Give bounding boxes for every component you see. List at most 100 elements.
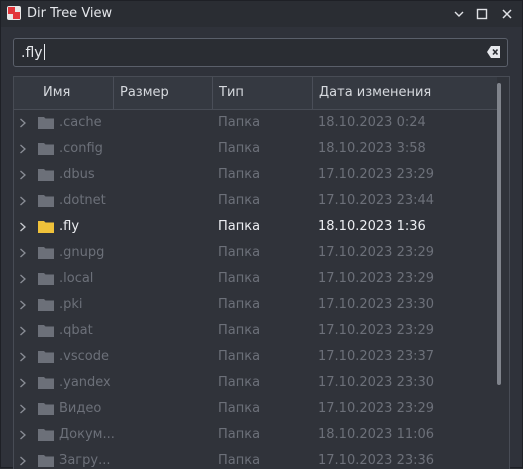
row-name: .dotnet bbox=[59, 193, 106, 208]
chevron-right-icon[interactable] bbox=[19, 170, 27, 180]
folder-icon bbox=[38, 403, 54, 415]
row-name: .gnupg bbox=[59, 245, 105, 260]
minimize-icon bbox=[454, 11, 464, 17]
search-input[interactable]: .fly bbox=[13, 38, 508, 67]
tree-row[interactable]: Докум... Папка 18.10.2023 11:06 bbox=[14, 422, 497, 448]
close-icon bbox=[502, 9, 512, 19]
chevron-right-icon[interactable] bbox=[19, 248, 27, 258]
chevron-right-icon[interactable] bbox=[19, 300, 27, 310]
folder-icon bbox=[38, 299, 54, 311]
folder-icon bbox=[38, 143, 54, 155]
chevron-right-icon[interactable] bbox=[19, 378, 27, 388]
row-name: .config bbox=[59, 141, 103, 156]
maximize-button[interactable] bbox=[472, 4, 492, 24]
row-type: Папка bbox=[218, 453, 261, 468]
column-name[interactable]: Имя bbox=[14, 77, 114, 109]
tree-row[interactable]: .gnupg Папка 17.10.2023 23:29 bbox=[14, 240, 497, 266]
row-name: .fly bbox=[59, 219, 80, 234]
column-date[interactable]: Дата изменения bbox=[313, 77, 497, 109]
row-name: .yandex bbox=[59, 375, 111, 390]
row-date: 17.10.2023 23:29 bbox=[318, 401, 435, 416]
row-date: 17.10.2023 23:44 bbox=[318, 193, 435, 208]
row-date: 17.10.2023 23:29 bbox=[318, 167, 435, 182]
tree-row[interactable]: .local Папка 17.10.2023 23:29 bbox=[14, 266, 497, 292]
row-date: 17.10.2023 23:29 bbox=[318, 271, 435, 286]
row-name: Видео bbox=[59, 401, 102, 416]
folder-icon bbox=[38, 325, 54, 337]
row-name: .cache bbox=[59, 115, 102, 130]
row-type: Папка bbox=[218, 115, 261, 130]
chevron-right-icon[interactable] bbox=[19, 430, 27, 440]
folder-icon bbox=[38, 195, 54, 207]
window-title: Dir Tree View bbox=[27, 6, 113, 21]
tree-row[interactable]: .fly Папка 18.10.2023 1:36 bbox=[14, 214, 497, 240]
tree-row[interactable]: .pki Папка 17.10.2023 23:30 bbox=[14, 292, 497, 318]
app-icon bbox=[7, 6, 21, 20]
row-type: Папка bbox=[218, 271, 261, 286]
chevron-right-icon[interactable] bbox=[19, 456, 27, 466]
folder-icon bbox=[38, 247, 54, 259]
tree-row[interactable]: .dotnet Папка 17.10.2023 23:44 bbox=[14, 188, 497, 214]
row-type: Папка bbox=[218, 427, 261, 442]
row-type: Папка bbox=[218, 323, 261, 338]
column-size[interactable]: Размер bbox=[114, 77, 213, 109]
folder-icon bbox=[38, 221, 54, 233]
folder-icon bbox=[38, 455, 54, 467]
tree-row[interactable]: Видео Папка 17.10.2023 23:29 bbox=[14, 396, 497, 422]
chevron-right-icon[interactable] bbox=[19, 274, 27, 284]
tree-row[interactable]: .qbat Папка 17.10.2023 23:29 bbox=[14, 318, 497, 344]
row-date: 17.10.2023 23:30 bbox=[318, 375, 435, 390]
tree-header: Имя Размер Тип Дата изменения bbox=[14, 77, 497, 110]
minimize-button[interactable] bbox=[449, 4, 469, 24]
row-name: .pki bbox=[59, 297, 83, 312]
row-type: Папка bbox=[218, 297, 261, 312]
folder-icon bbox=[38, 273, 54, 285]
row-name: .local bbox=[59, 271, 94, 286]
row-type: Папка bbox=[218, 375, 261, 390]
row-name: .vscode bbox=[59, 349, 109, 364]
row-type: Папка bbox=[218, 219, 261, 234]
row-type: Папка bbox=[218, 141, 261, 156]
tree-row[interactable]: Загру... Папка 17.10.2023 23:36 bbox=[14, 448, 497, 469]
folder-icon bbox=[38, 117, 54, 129]
directory-tree[interactable]: Имя Размер Тип Дата изменения .cache Папк… bbox=[13, 76, 510, 469]
dir-tree-window: Dir Tree View .fly Имя Размер Тип Дата и… bbox=[0, 0, 523, 469]
title-bar[interactable]: Dir Tree View bbox=[1, 1, 522, 27]
tree-row[interactable]: .yandex Папка 17.10.2023 23:30 bbox=[14, 370, 497, 396]
row-date: 17.10.2023 23:29 bbox=[318, 245, 435, 260]
row-type: Папка bbox=[218, 401, 261, 416]
row-date: 17.10.2023 23:37 bbox=[318, 349, 435, 364]
chevron-right-icon[interactable] bbox=[19, 352, 27, 362]
row-date: 18.10.2023 0:24 bbox=[318, 115, 426, 130]
folder-icon bbox=[38, 429, 54, 441]
column-type[interactable]: Тип bbox=[213, 77, 313, 109]
search-value: .fly bbox=[21, 44, 45, 61]
chevron-right-icon[interactable] bbox=[19, 222, 27, 232]
tree-row[interactable]: .cache Папка 18.10.2023 0:24 bbox=[14, 110, 497, 136]
folder-icon bbox=[38, 377, 54, 389]
folder-icon bbox=[38, 169, 54, 181]
row-date: 17.10.2023 23:29 bbox=[318, 323, 435, 338]
tree-row[interactable]: .vscode Папка 17.10.2023 23:37 bbox=[14, 344, 497, 370]
scrollbar-thumb[interactable] bbox=[497, 83, 501, 385]
chevron-right-icon[interactable] bbox=[19, 196, 27, 206]
clear-icon[interactable] bbox=[487, 45, 501, 59]
row-name: .qbat bbox=[59, 323, 93, 338]
chevron-right-icon[interactable] bbox=[19, 404, 27, 414]
row-date: 17.10.2023 23:36 bbox=[318, 453, 435, 468]
row-date: 18.10.2023 11:06 bbox=[318, 427, 435, 442]
tree-row[interactable]: .config Папка 18.10.2023 3:58 bbox=[14, 136, 497, 162]
folder-icon bbox=[38, 351, 54, 363]
chevron-right-icon[interactable] bbox=[19, 118, 27, 128]
row-name: .dbus bbox=[59, 167, 95, 182]
maximize-icon bbox=[476, 8, 488, 20]
chevron-right-icon[interactable] bbox=[19, 144, 27, 154]
row-date: 17.10.2023 23:30 bbox=[318, 297, 435, 312]
row-type: Папка bbox=[218, 245, 261, 260]
tree-row[interactable]: .dbus Папка 17.10.2023 23:29 bbox=[14, 162, 497, 188]
row-name: Загру... bbox=[59, 453, 111, 468]
row-date: 18.10.2023 1:36 bbox=[318, 219, 426, 234]
close-button[interactable] bbox=[497, 4, 517, 24]
chevron-right-icon[interactable] bbox=[19, 326, 27, 336]
vertical-scrollbar[interactable] bbox=[497, 77, 509, 469]
